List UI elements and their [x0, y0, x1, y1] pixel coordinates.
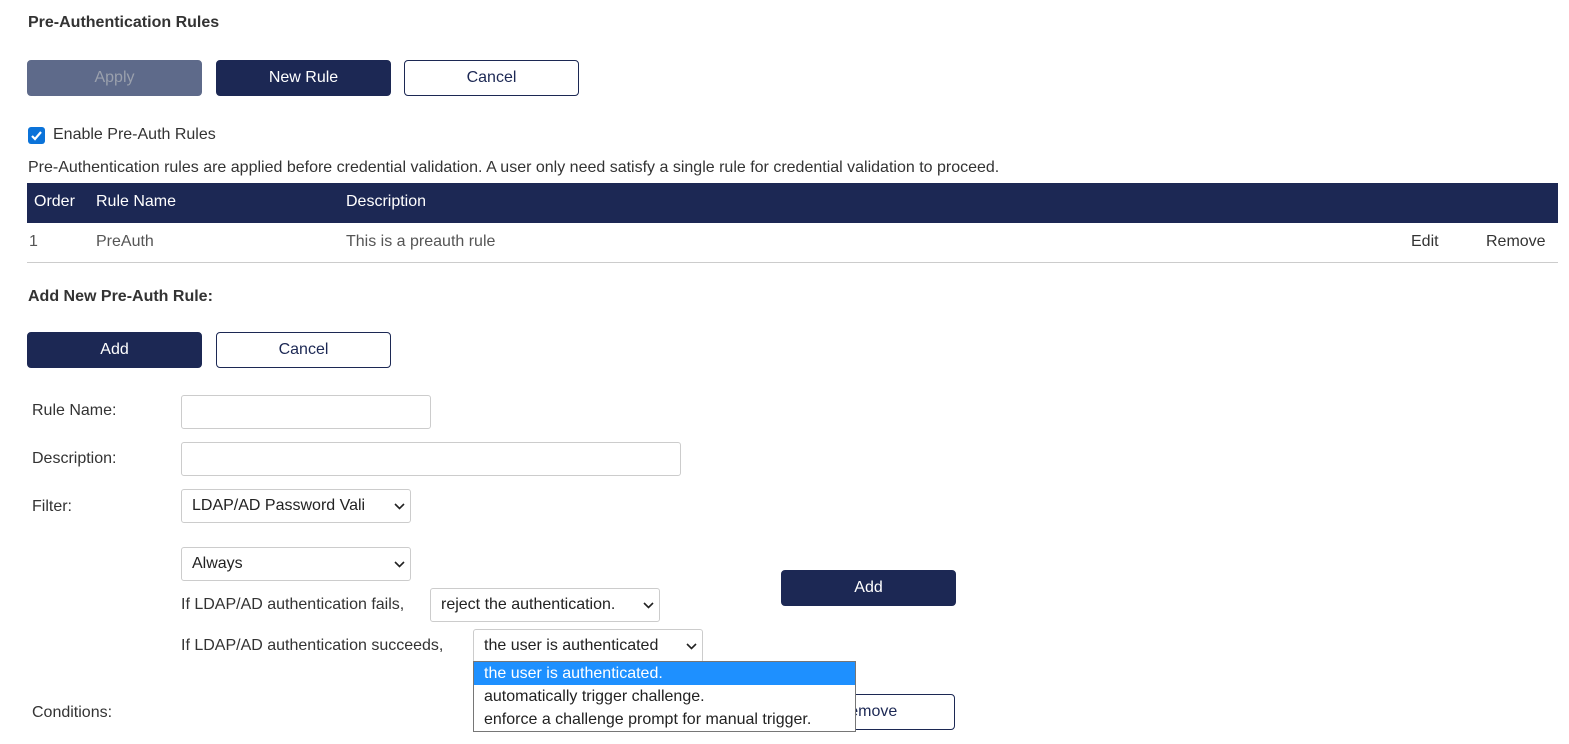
- fail-action-value: reject the authentication.: [441, 596, 616, 613]
- description-input[interactable]: [181, 442, 681, 476]
- condition-select[interactable]: Always: [181, 547, 411, 581]
- dropdown-option[interactable]: enforce a challenge prompt for manual tr…: [474, 708, 855, 731]
- filter-select-value: LDAP/AD Password Vali: [192, 497, 366, 514]
- add-rule-button[interactable]: Add: [27, 332, 202, 368]
- chevron-down-icon: [388, 502, 410, 510]
- add-rule-cancel-button[interactable]: Cancel: [216, 332, 391, 368]
- edit-rule-link[interactable]: Edit: [1411, 233, 1439, 251]
- page-title: Pre-Authentication Rules: [28, 14, 220, 31]
- add-rule-title: Add New Pre-Auth Rule:: [28, 288, 213, 305]
- row-description: This is a preauth rule: [346, 233, 496, 250]
- row-order: 1: [29, 233, 38, 250]
- checkmark-icon: [31, 130, 42, 141]
- new-rule-button[interactable]: New Rule: [216, 60, 391, 96]
- filter-select[interactable]: LDAP/AD Password Vali: [181, 489, 411, 523]
- dropdown-option[interactable]: automatically trigger challenge.: [474, 685, 855, 708]
- row-rule-name: PreAuth: [96, 233, 154, 250]
- rule-name-input[interactable]: [181, 395, 431, 429]
- fail-text: If LDAP/AD authentication fails,: [181, 596, 405, 613]
- description-label: Description:: [32, 450, 117, 467]
- info-text: Pre-Authentication rules are applied bef…: [28, 159, 1000, 176]
- filter-add-button[interactable]: Add: [781, 570, 956, 606]
- filter-label: Filter:: [32, 498, 72, 515]
- remove-rule-link[interactable]: Remove: [1486, 233, 1546, 251]
- rules-table-header: Order Rule Name Description: [27, 183, 1558, 223]
- chevron-down-icon: [637, 601, 659, 609]
- enable-pre-auth-checkbox[interactable]: [28, 126, 45, 144]
- conditions-label: Conditions:: [32, 704, 113, 721]
- success-text: If LDAP/AD authentication succeeds,: [181, 637, 444, 654]
- column-header-description: Description: [346, 193, 427, 210]
- chevron-down-icon: [680, 642, 702, 650]
- rule-name-label: Rule Name:: [32, 402, 117, 419]
- chevron-down-icon: [388, 560, 410, 568]
- column-header-rule-name: Rule Name: [96, 193, 177, 210]
- column-header-order: Order: [34, 193, 75, 210]
- fail-action-select[interactable]: reject the authentication.: [430, 588, 660, 622]
- enable-pre-auth-row: Enable Pre-Auth Rules: [28, 126, 216, 144]
- success-action-select[interactable]: the user is authenticated: [473, 629, 703, 663]
- success-action-dropdown: the user is authenticated. automatically…: [473, 661, 856, 732]
- apply-button[interactable]: Apply: [27, 60, 202, 96]
- cancel-button[interactable]: Cancel: [404, 60, 579, 96]
- dropdown-option[interactable]: the user is authenticated.: [474, 662, 855, 685]
- success-action-value: the user is authenticated: [484, 637, 659, 654]
- enable-pre-auth-label: Enable Pre-Auth Rules: [53, 126, 216, 143]
- condition-select-value: Always: [192, 555, 243, 572]
- table-row: 1 PreAuth This is a preauth rule Edit Re…: [27, 223, 1558, 263]
